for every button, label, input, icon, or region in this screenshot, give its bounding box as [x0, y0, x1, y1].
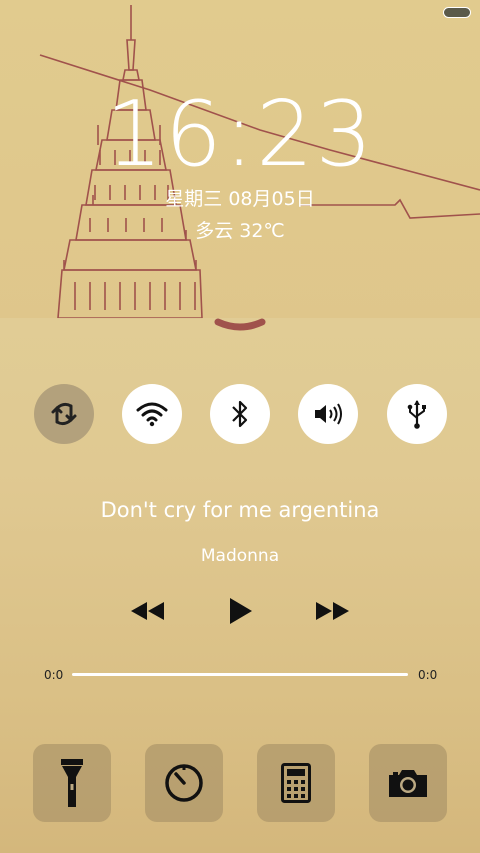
usb-toggle[interactable] [387, 384, 447, 444]
rewind-icon [131, 602, 164, 620]
volume-icon [315, 403, 342, 425]
progress-bar[interactable] [72, 673, 408, 676]
battery-icon [443, 7, 471, 18]
lock-date: 星期三 08月05日 [165, 188, 315, 210]
elapsed-time: 0:0 [44, 668, 64, 682]
play-button[interactable] [224, 594, 256, 628]
usb-icon [407, 400, 426, 429]
camera-icon [389, 770, 427, 797]
camera-button[interactable] [369, 744, 447, 822]
chevron-down-icon[interactable] [214, 318, 266, 332]
wifi-icon [136, 402, 168, 427]
fast-forward-icon [316, 602, 349, 620]
wifi-toggle[interactable] [122, 384, 182, 444]
sound-toggle[interactable] [298, 384, 358, 444]
flashlight-button[interactable] [33, 744, 111, 822]
timer-button[interactable] [145, 744, 223, 822]
bluetooth-toggle[interactable] [210, 384, 270, 444]
timer-icon [165, 764, 203, 802]
calculator-icon [281, 763, 311, 803]
total-time: 0:0 [418, 668, 438, 682]
lock-time: 16:23 [105, 82, 375, 187]
play-icon [230, 598, 252, 624]
previous-button[interactable] [128, 598, 166, 624]
sync-toggle[interactable] [34, 384, 94, 444]
calculator-button[interactable] [257, 744, 335, 822]
song-title: Don't cry for me argentina [100, 498, 380, 522]
next-button[interactable] [314, 598, 352, 624]
sync-icon [51, 402, 77, 426]
flashlight-icon [61, 759, 83, 807]
lock-weather: 多云 32℃ [195, 220, 285, 242]
song-artist: Madonna [200, 546, 280, 566]
bluetooth-icon [232, 400, 248, 428]
